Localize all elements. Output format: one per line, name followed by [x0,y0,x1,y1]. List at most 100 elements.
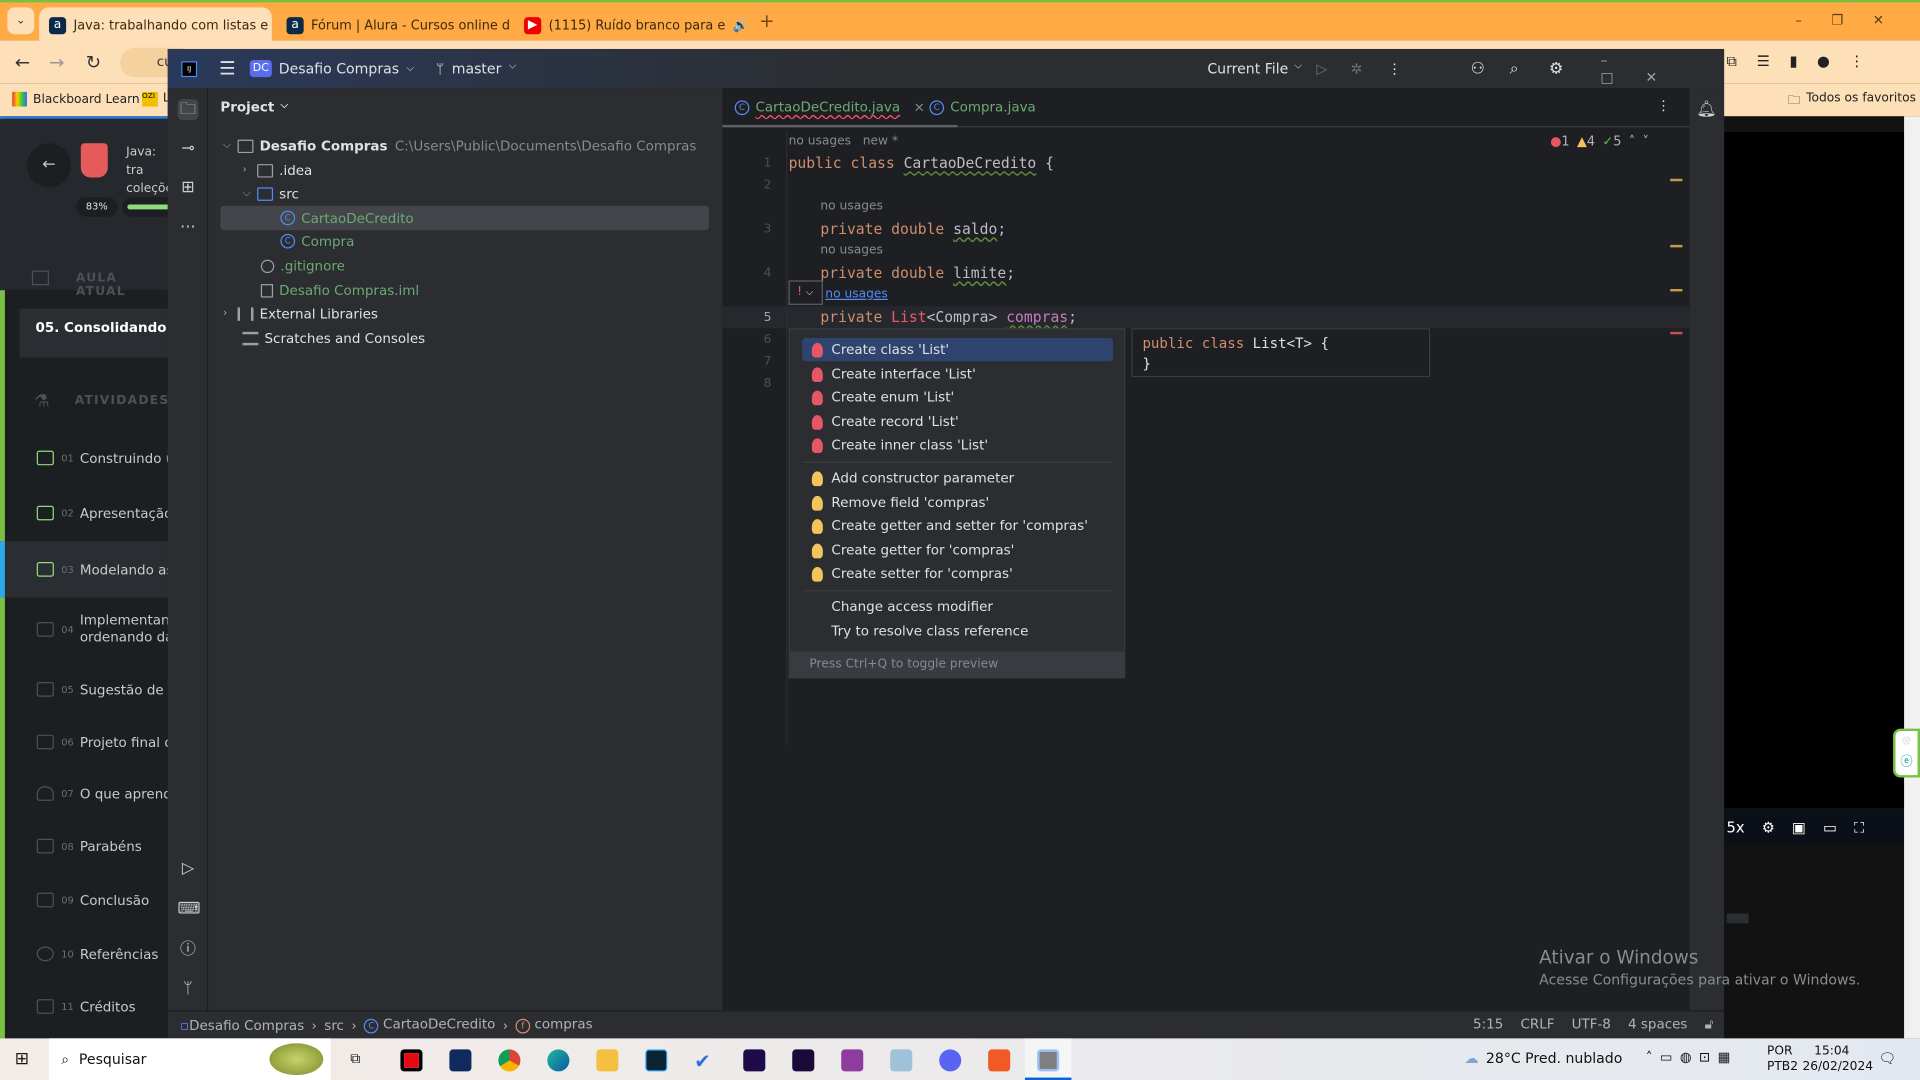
project-tool-icon[interactable]: 🗀 [177,99,199,121]
line-separator[interactable]: CRLF [1520,1016,1554,1033]
toolbar-icons[interactable]: ⧉☰▮●⋮ [1727,53,1884,71]
main-menu-icon[interactable]: ☰ [219,58,235,80]
caret-position[interactable]: 5:15 [1473,1016,1503,1033]
tree-item-cartaodecredito[interactable]: C CartaoDeCredito [220,205,709,231]
problems-icon[interactable]: ⓘ [178,939,199,960]
run-icon[interactable]: ▷ [1316,60,1327,77]
run-tool-icon[interactable]: ▷ [178,858,199,879]
all-bookmarks[interactable]: 🗀 Todos os favoritos [1788,92,1916,113]
tree-item-scratches[interactable]: Scratches and Consoles [208,326,710,350]
activity-02[interactable]: 02Apresentação d [5,501,173,525]
breadcrumb-class[interactable]: C CartaoDeCredito [364,1016,495,1034]
activity-03[interactable]: 03Modelando as c [0,541,173,598]
page-scrollbar[interactable] [1904,116,1920,1039]
structure-icon[interactable]: ⊞ [178,178,199,199]
project-selector[interactable]: DC Desafio Compras ⌵ [250,60,414,78]
close-icon[interactable]: ⊗ [1896,731,1918,752]
usages-hint[interactable]: no usages [820,200,882,213]
editor-tab-cartaodecredito[interactable]: C CartaoDeCredito.java × [734,99,925,115]
forward-icon[interactable]: → [49,51,64,73]
close-tab-icon[interactable]: × [914,99,925,115]
file-encoding[interactable]: UTF-8 [1572,1016,1611,1033]
tree-item-src[interactable]: ⌵ src [208,181,710,205]
current-lesson[interactable]: 05. Consolidando con [19,308,173,358]
breadcrumb-field[interactable]: f compras [515,1016,593,1034]
edge-icon[interactable] [547,1049,570,1072]
warning-marker[interactable] [1670,244,1683,248]
file-explorer-icon[interactable] [596,1049,619,1072]
after-effects-icon[interactable] [792,1049,815,1072]
menu-item-create-record[interactable]: Create record 'List' [802,410,1113,433]
settings-icon[interactable]: ⚙ [1762,819,1775,836]
new-tab-button[interactable]: + [759,10,774,32]
tree-item-compra[interactable]: C Compra [208,229,710,253]
menu-item-getter-setter[interactable]: Create getter and setter for 'compras' [802,514,1113,537]
premiere-icon[interactable] [743,1049,766,1072]
usages-hint-link[interactable]: no usages [825,288,887,301]
activity-08[interactable]: 08 Parabéns [5,834,173,858]
browser-tab-java[interactable]: aJava: trabalhando com listas e c✕ [39,7,272,43]
tree-item-external-libraries[interactable]: › External Libraries [208,301,710,325]
indent-setting[interactable]: 4 spaces [1628,1016,1687,1033]
lock-icon[interactable]: 🔓︎ [1705,1016,1714,1033]
editor-tab-compra[interactable]: C Compra.java [929,99,1036,115]
back-icon[interactable]: ← [15,51,30,73]
browser-tab-youtube[interactable]: ▶(1115) Ruído branco para e🔊✕ [514,7,747,43]
inspection-widget[interactable]: ●1 ▲4 ✓5 ˄ ˅ [1550,135,1649,150]
miniplayer-icon[interactable]: ▣ [1792,819,1806,836]
activity-05[interactable]: 05Sugestão de cód [5,677,173,701]
ide-window-controls[interactable]: –□✕ [1600,51,1724,85]
media-player-icon[interactable] [890,1049,913,1072]
notification-center-icon[interactable]: 🗨︎ [1878,1049,1896,1066]
project-panel-header[interactable]: Project ⌵ [220,99,288,115]
menu-item-getter[interactable]: Create getter for 'compras' [802,539,1113,562]
onenote-icon[interactable] [841,1049,864,1072]
add-user-icon[interactable]: ⚇ [1471,59,1485,77]
activity-11[interactable]: 11 Créditos [5,994,173,1018]
chrome-icon[interactable] [498,1049,521,1072]
clock[interactable]: 15:04 26/02/2024 [1802,1043,1873,1075]
branch-selector[interactable]: ᛘ master ⌵ [436,60,516,77]
activity-10[interactable]: 10 Referências [5,942,173,966]
activity-06[interactable]: 06 Projeto final do [5,730,173,754]
menu-item-resolve-class[interactable]: Try to resolve class reference [802,620,1113,643]
crunchyroll-icon[interactable] [988,1049,1011,1072]
activity-09[interactable]: 09 Conclusão [5,888,173,912]
tree-item-idea[interactable]: › .idea [208,158,710,182]
menu-item-add-constructor-param[interactable]: Add constructor parameter [802,467,1113,490]
bookmark-ozi[interactable]: OZI L [142,91,170,107]
tree-item-gitignore[interactable]: .gitignore [208,253,710,277]
disney-plus-icon[interactable] [449,1049,472,1072]
more-icon[interactable]: ⋮ [1387,60,1401,77]
eset-widget[interactable]: ⊗ ⓔ [1893,728,1920,778]
prev-highlight-icon[interactable]: ˄ [1629,135,1635,150]
audio-icon[interactable]: 🔊 [733,17,747,33]
video-player[interactable] [1724,132,1905,809]
menu-item-create-interface[interactable]: Create interface 'List' [802,362,1113,385]
activity-04[interactable]: 04Implementandoordenando dado [5,611,173,648]
browser-tab-forum[interactable]: aFórum | Alura - Cursos online d✕ [277,7,509,43]
discord-icon[interactable] [939,1049,962,1072]
back-button[interactable]: ← [26,143,72,188]
commit-icon[interactable]: ⊸ [178,138,199,159]
reload-icon[interactable]: ↻ [86,51,101,73]
terminal-icon[interactable]: ⌨ [178,899,201,920]
settings-icon[interactable]: ⚙ [1549,59,1563,77]
breadcrumb-src[interactable]: src [324,1017,344,1033]
language-indicator[interactable]: POR PTB2 [1767,1043,1798,1075]
more-tools-icon[interactable]: ⋯ [178,217,199,238]
netflix-icon[interactable] [400,1049,423,1072]
theater-icon[interactable]: ▭ [1823,819,1837,836]
weather-widget[interactable]: ☁ 28°C Pred. nublado [1464,1049,1622,1066]
task-view-icon[interactable]: ⧉ [350,1049,360,1067]
window-controls[interactable]: –❐✕ [1795,12,1913,28]
menu-item-create-enum[interactable]: Create enum 'List' [802,386,1113,409]
error-marker[interactable] [1670,331,1683,335]
notifications-icon[interactable]: 🔔︎ [1696,99,1717,120]
eset-icon[interactable]: ⓔ [1896,752,1918,773]
menu-item-change-access[interactable]: Change access modifier [802,595,1113,618]
usages-hint[interactable]: no usages new * [789,135,899,148]
fullscreen-icon[interactable]: ⛶ [1854,819,1864,837]
run-config-selector[interactable]: Current File ⌵ [1207,60,1301,77]
menu-item-remove-field[interactable]: Remove field 'compras' [802,491,1113,514]
